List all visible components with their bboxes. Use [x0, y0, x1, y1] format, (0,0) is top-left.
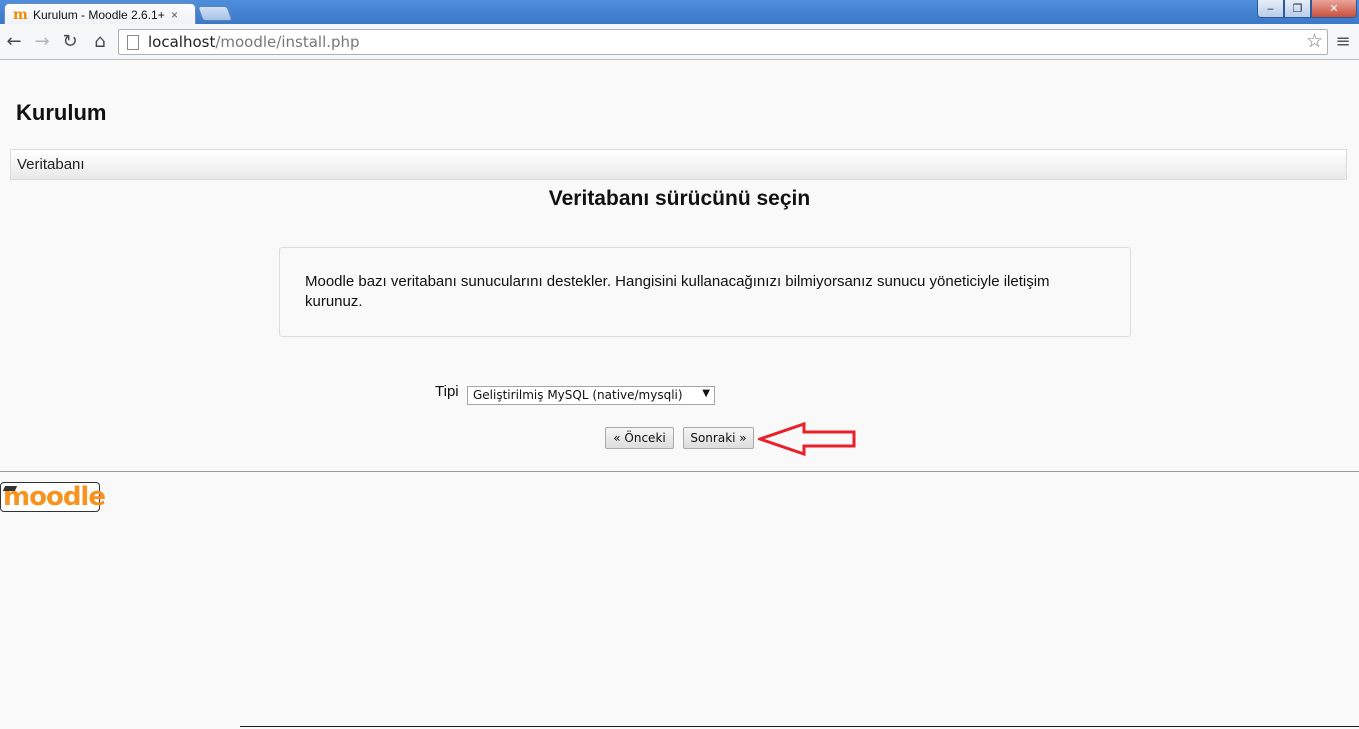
page-icon — [127, 34, 139, 50]
dropdown-arrow-icon: ▼ — [702, 388, 710, 399]
moodle-favicon-icon: m — [13, 6, 28, 23]
annotation-arrow-icon — [758, 421, 856, 457]
navbar: Veritabanı — [10, 149, 1347, 180]
minimize-button[interactable]: ‒ — [1257, 0, 1284, 18]
browser-tab[interactable]: m Kurulum - Moodle 2.6.1+ × — [4, 3, 196, 25]
graduation-cap-icon — [2, 486, 18, 491]
page-title: Kurulum — [16, 100, 107, 125]
logo-text: moodle — [3, 482, 106, 512]
browser-titlebar: m Kurulum - Moodle 2.6.1+ × ‒ ❐ ✕ — [0, 0, 1359, 25]
back-icon[interactable]: ← — [2, 30, 26, 54]
close-window-button[interactable]: ✕ — [1311, 0, 1357, 18]
info-box: Moodle bazı veritabanı sunucularını dest… — [279, 247, 1131, 337]
next-button[interactable]: Sonraki » — [683, 427, 754, 449]
tab-close-icon[interactable]: × — [171, 9, 178, 21]
menu-icon[interactable]: ≡ — [1331, 30, 1355, 54]
url-text[interactable]: localhost/moodle/install.php — [148, 33, 360, 51]
url-host: localhost — [148, 33, 216, 51]
type-label: Tipi — [435, 383, 459, 400]
breadcrumb: Veritabanı — [17, 156, 85, 173]
forward-icon[interactable]: → — [30, 30, 54, 54]
section-heading: Veritabanı sürücünü seçin — [548, 187, 811, 210]
url-path: /moodle/install.php — [215, 33, 360, 51]
select-value: Geliştirilmiş MySQL (native/mysqli) — [473, 388, 683, 402]
database-type-select[interactable]: Geliştirilmiş MySQL (native/mysqli) ▼ — [467, 386, 715, 405]
reload-icon[interactable]: ↻ — [58, 30, 82, 54]
restore-button[interactable]: ❐ — [1284, 0, 1311, 18]
previous-button[interactable]: « Önceki — [605, 427, 674, 449]
info-text: Moodle bazı veritabanı sunucularını dest… — [305, 273, 1050, 310]
window-controls: ‒ ❐ ✕ — [1257, 0, 1357, 18]
new-tab-button[interactable] — [197, 6, 233, 21]
browser-toolbar: ← → ↻ ⌂ localhost/moodle/install.php ☆ ≡ — [0, 24, 1359, 60]
home-icon[interactable]: ⌂ — [88, 30, 112, 54]
star-icon[interactable]: ☆ — [1306, 32, 1323, 52]
moodle-logo[interactable]: moodle — [0, 482, 106, 512]
footer-divider — [0, 471, 1359, 472]
tab-title: Kurulum - Moodle 2.6.1+ — [33, 7, 165, 22]
bottom-border — [240, 726, 1359, 727]
address-bar[interactable]: localhost/moodle/install.php ☆ — [118, 29, 1328, 55]
